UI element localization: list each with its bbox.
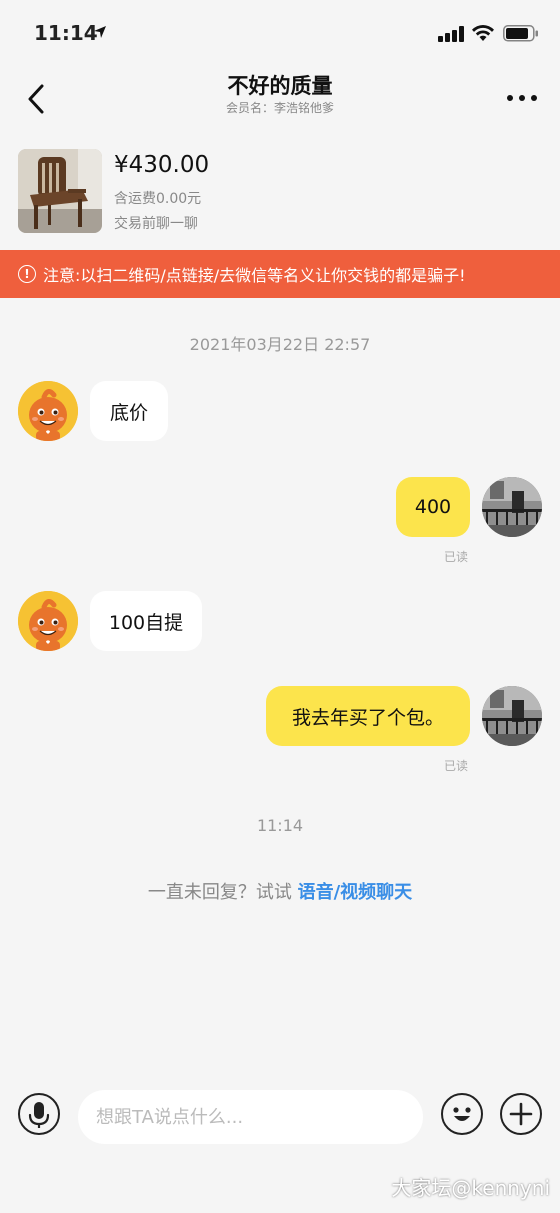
message-bubble[interactable]: 底价 — [90, 381, 168, 441]
product-note: 交易前聊一聊 — [114, 216, 198, 232]
no-reply-hint: 一直未回复？试试 语音/视频聊天 — [0, 878, 560, 904]
page-title: 不好的质量 — [227, 74, 333, 98]
more-options-icon[interactable] — [504, 90, 540, 106]
message-text: 我去年买了个包。 — [291, 706, 444, 729]
chair-photo-icon — [18, 149, 102, 233]
shipping-fee: 含运费0.00元 — [114, 191, 202, 207]
battery-icon — [503, 25, 538, 42]
emoji-button[interactable] — [441, 1093, 483, 1135]
warning-text: 注意:以扫二维码/点链接/去微信等名义让你交钱的都是骗子! — [43, 266, 466, 285]
message-text: 100自提 — [108, 611, 184, 634]
product-card[interactable]: ¥430.00 含运费0.00元 交易前聊一聊 — [0, 140, 560, 248]
other-user-avatar[interactable] — [18, 591, 78, 651]
message-bubble[interactable]: 400 — [396, 477, 470, 537]
balcony-photo-avatar-icon — [482, 686, 542, 746]
product-image[interactable] — [18, 149, 102, 233]
product-price: ¥430.00 — [114, 152, 210, 178]
message-timestamp: 11:14 — [256, 816, 304, 835]
my-avatar[interactable] — [482, 686, 542, 746]
voice-video-chat-link[interactable]: 语音/视频聊天 — [298, 882, 413, 903]
cellular-signal-icon — [438, 26, 464, 42]
status-bar: 11:14 — [0, 0, 560, 64]
watermark: 大家坛@kennyni — [391, 1176, 550, 1200]
cartoon-character-avatar-icon — [18, 591, 78, 651]
hint-prefix: 一直未回复？试试 — [147, 882, 298, 903]
microphone-icon — [28, 1102, 50, 1128]
message-input[interactable] — [78, 1090, 423, 1144]
status-time: 11:14 — [34, 21, 98, 45]
message-text: 底价 — [109, 401, 148, 424]
other-user-avatar[interactable] — [18, 381, 78, 441]
location-arrow-icon — [94, 26, 106, 38]
wifi-icon — [472, 24, 494, 41]
message-bubble[interactable]: 100自提 — [90, 591, 202, 651]
read-status: 已读 — [444, 550, 469, 564]
input-bar — [0, 1085, 560, 1153]
cartoon-character-avatar-icon — [18, 381, 78, 441]
plus-icon — [509, 1102, 533, 1126]
balcony-photo-avatar-icon — [482, 477, 542, 537]
voice-input-button[interactable] — [18, 1093, 60, 1135]
my-avatar[interactable] — [482, 477, 542, 537]
nav-bar: 不好的质量 会员名：李浩铭他爹 — [0, 64, 560, 134]
exclamation-circle-icon: ! — [18, 265, 36, 283]
more-actions-button[interactable] — [500, 1093, 542, 1135]
message-timestamp: 2021年03月22日 22:57 — [189, 335, 371, 354]
message-text: 400 — [414, 496, 452, 518]
message-bubble[interactable]: 我去年买了个包。 — [266, 686, 470, 746]
member-name: 会员名：李浩铭他爹 — [225, 101, 334, 115]
smiley-face-icon — [453, 1107, 471, 1121]
fraud-warning-banner: ! 注意:以扫二维码/点链接/去微信等名义让你交钱的都是骗子! — [0, 250, 560, 298]
read-status: 已读 — [444, 759, 469, 773]
